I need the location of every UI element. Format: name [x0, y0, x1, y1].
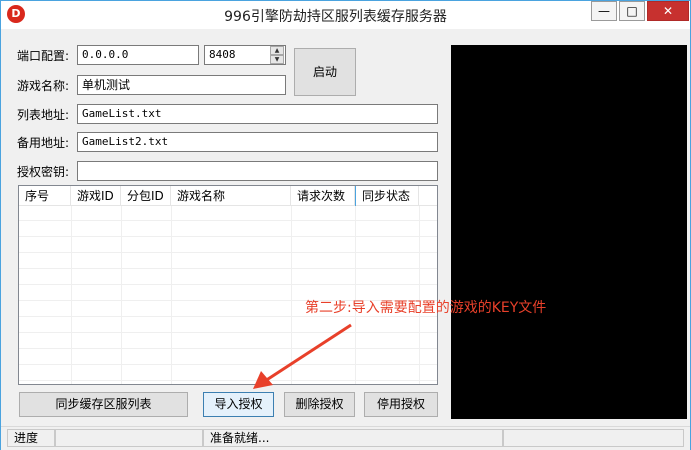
auth-key-label: 授权密钥:	[17, 165, 70, 179]
port-value: 8408	[209, 48, 236, 61]
list-url-input[interactable]: GameList.txt	[77, 104, 438, 124]
column-header-game-id[interactable]: 游戏ID	[71, 186, 121, 206]
window-title: 996引擎防劫持区服列表缓存服务器	[224, 9, 447, 25]
column-header-sync-status[interactable]: 同步状态	[355, 186, 419, 206]
game-name-input[interactable]: 单机测试	[77, 75, 286, 95]
sync-cache-button[interactable]: 同步缓存区服列表	[19, 392, 188, 417]
backup-url-input[interactable]: GameList2.txt	[77, 132, 438, 152]
import-auth-button[interactable]: 导入授权	[203, 392, 274, 417]
delete-auth-button[interactable]: 删除授权	[284, 392, 355, 417]
list-url-label: 列表地址:	[17, 108, 70, 122]
instruction-annotation: 第二步:导入需要配置的游戏的KEY文件	[305, 300, 547, 316]
status-extra	[503, 429, 684, 447]
title-bar[interactable]: D 996引擎防劫持区服列表缓存服务器 — □ ✕	[1, 1, 690, 29]
spin-down-icon[interactable]: ▼	[270, 55, 284, 64]
start-button[interactable]: 启动	[294, 48, 356, 96]
backup-url-label: 备用地址:	[17, 136, 70, 150]
column-header-game-name[interactable]: 游戏名称	[171, 186, 291, 206]
status-message: 准备就绪...	[203, 429, 503, 447]
table-header: 序号 游戏ID 分包ID 游戏名称 请求次数 同步状态	[19, 186, 437, 206]
port-label: 端口配置:	[17, 49, 70, 63]
port-spinner[interactable]: 8408 ▲ ▼	[204, 45, 286, 65]
minimize-button[interactable]: —	[591, 1, 617, 21]
disable-auth-button[interactable]: 停用授权	[364, 392, 438, 417]
column-header-request-count[interactable]: 请求次数	[291, 186, 355, 206]
progress-label: 进度	[7, 429, 55, 447]
auth-key-input[interactable]	[77, 161, 438, 181]
close-button[interactable]: ✕	[647, 1, 689, 21]
app-window: D 996引擎防劫持区服列表缓存服务器 — □ ✕ 端口配置: 0.0.0.0 …	[0, 0, 691, 450]
progress-bar	[55, 429, 203, 447]
column-header-index[interactable]: 序号	[19, 186, 71, 206]
annotation-arrow-icon	[253, 323, 352, 389]
game-name-label: 游戏名称:	[17, 79, 70, 93]
game-table[interactable]: 序号 游戏ID 分包ID 游戏名称 请求次数 同步状态	[18, 185, 438, 385]
maximize-button[interactable]: □	[619, 1, 645, 21]
log-console[interactable]	[451, 45, 687, 419]
status-bar: 进度 准备就绪...	[1, 426, 690, 450]
ip-input[interactable]: 0.0.0.0	[77, 45, 199, 65]
spin-up-icon[interactable]: ▲	[270, 46, 284, 55]
column-header-subpackage-id[interactable]: 分包ID	[121, 186, 171, 206]
